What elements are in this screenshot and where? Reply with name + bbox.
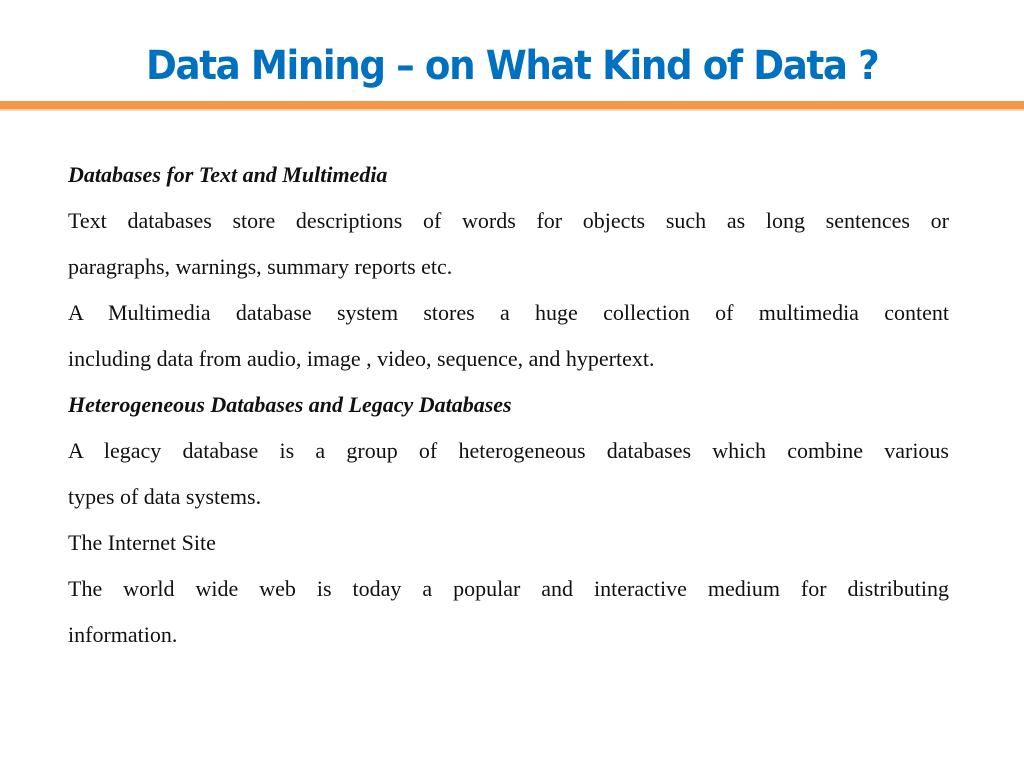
body-line: The world wide web is today a popular an…: [68, 576, 949, 601]
title-divider-shadow: [0, 109, 1024, 111]
body-line: including data from audio, image , video…: [68, 346, 655, 371]
body-line: Text databases store descriptions of wor…: [68, 208, 949, 233]
section-heading-text-multimedia: Databases for Text and Multimedia: [68, 162, 388, 187]
body-line: A legacy database is a group of heteroge…: [68, 438, 949, 463]
slide: Data Mining – on What Kind of Data ? Dat…: [0, 0, 1024, 768]
body-line: The Internet Site: [68, 530, 216, 555]
body-line: information.: [68, 622, 178, 647]
slide-body: Databases for Text and Multimedia Text d…: [68, 152, 949, 658]
body-line: A Multimedia database system stores a hu…: [68, 300, 949, 325]
slide-title: Data Mining – on What Kind of Data ?: [146, 43, 880, 89]
section-heading-heterogeneous-legacy: Heterogeneous Databases and Legacy Datab…: [68, 392, 512, 417]
body-line: types of data systems.: [68, 484, 262, 509]
body-line: paragraphs, warnings, summary reports et…: [68, 254, 453, 279]
title-divider: [0, 101, 1024, 109]
